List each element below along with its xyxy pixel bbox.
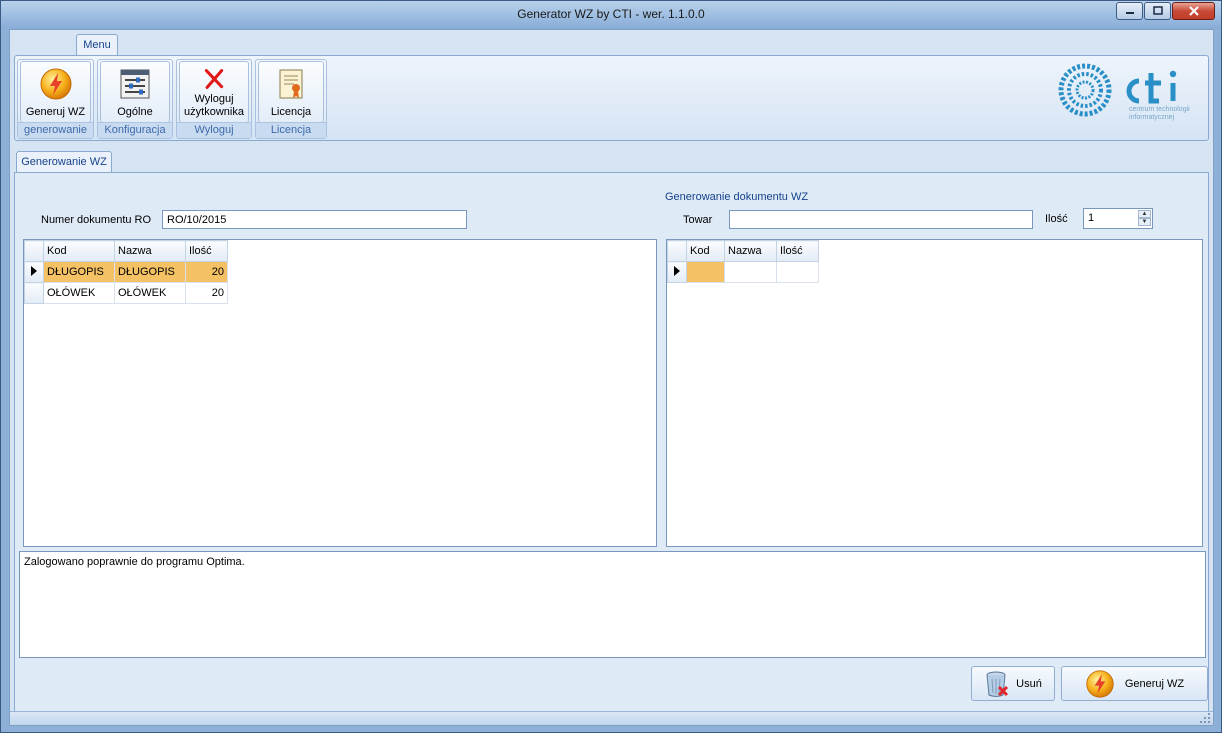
cell-ilosc[interactable] — [776, 261, 819, 283]
ribbon-group-label: Wyloguj — [177, 122, 251, 138]
table-row[interactable]: DŁUGOPIS DŁUGOPIS 20 — [24, 261, 228, 283]
app-window: Generator WZ by CTI - wer. 1.1.0.0 Menu — [0, 0, 1222, 733]
row-selector[interactable] — [24, 282, 44, 304]
status-bar — [10, 711, 1213, 725]
licencja-label: Licencja — [270, 106, 312, 118]
ribbon-group-licencja: Licencja Licencja — [255, 59, 327, 139]
row-selector[interactable] — [24, 261, 44, 283]
generuj-wz-ribbon-button[interactable]: Generuj WZ — [20, 61, 91, 123]
cell-nazwa[interactable]: OŁÓWEK — [114, 282, 186, 304]
wz-items-grid[interactable]: Kod Nazwa Ilość — [666, 239, 1203, 547]
ogolne-button[interactable]: Ogólne — [100, 61, 170, 123]
row-selector[interactable] — [667, 261, 687, 283]
logo-tagline-2: informatycznej — [1129, 114, 1175, 121]
title-bar[interactable]: Generator WZ by CTI - wer. 1.1.0.0 — [1, 1, 1221, 29]
cell-ilosc[interactable]: 20 — [185, 261, 228, 283]
generowanie-panel: Generowanie dokumentu WZ Numer dokumentu… — [14, 172, 1209, 712]
tab-generowanie-wz[interactable]: Generowanie WZ — [16, 151, 112, 173]
table-row[interactable] — [667, 261, 819, 283]
window-title: Generator WZ by CTI - wer. 1.1.0.0 — [517, 7, 705, 21]
grid-header-row: Kod Nazwa Ilość — [24, 240, 228, 262]
minimize-button[interactable] — [1116, 2, 1143, 20]
cell-kod[interactable] — [686, 261, 725, 283]
cell-kod[interactable]: OŁÓWEK — [43, 282, 115, 304]
cell-nazwa[interactable] — [724, 261, 777, 283]
column-header-kod[interactable]: Kod — [43, 240, 115, 262]
cti-logo: centrum technologii informatycznej — [1055, 61, 1195, 121]
ribbon-group-label: Konfiguracja — [98, 122, 172, 138]
ribbon-group-konfiguracja: Ogólne Konfiguracja — [97, 59, 173, 139]
minimize-icon — [1125, 12, 1134, 14]
towar-label: Towar — [683, 214, 713, 226]
resize-grip-icon[interactable] — [1199, 712, 1211, 724]
wyloguj-button[interactable]: Wyloguj użytkownika — [179, 61, 249, 123]
current-row-arrow-icon — [674, 265, 680, 276]
ogolne-label: Ogólne — [117, 106, 153, 118]
ilosc-stepper[interactable]: 1 ▲ ▼ — [1083, 208, 1153, 229]
column-header-ilosc[interactable]: Ilość — [776, 240, 819, 262]
table-row[interactable]: OŁÓWEK OŁÓWEK 20 — [24, 282, 228, 304]
usun-label: Usuń — [1016, 677, 1042, 690]
grid-header-row: Kod Nazwa Ilość — [667, 240, 819, 262]
close-button[interactable] — [1172, 2, 1215, 20]
ribbon-group-label: Licencja — [256, 122, 326, 138]
wyloguj-label: Wyloguj użytkownika — [184, 93, 244, 118]
ro-items-grid[interactable]: Kod Nazwa Ilość DŁUGOPIS DŁUGOPIS 20 OŁÓ… — [23, 239, 657, 547]
column-header-nazwa[interactable]: Nazwa — [114, 240, 186, 262]
red-x-icon — [204, 69, 224, 89]
ilosc-label: Ilość — [1045, 213, 1068, 225]
ribbon: Generuj WZ generowanie Ogólne Konfigurac… — [14, 55, 1209, 141]
licencja-button[interactable]: Licencja — [258, 61, 324, 123]
lightning-icon — [40, 68, 71, 100]
column-header-ilosc[interactable]: Ilość — [185, 240, 228, 262]
ribbon-group-generowanie: Generuj WZ generowanie — [17, 59, 94, 139]
numer-dokumentu-label: Numer dokumentu RO — [41, 214, 152, 226]
main-frame: Menu Generuj WZ generowanie Ogólne Konfi… — [9, 29, 1214, 726]
maximize-icon — [1152, 6, 1163, 15]
cell-nazwa[interactable]: DŁUGOPIS — [114, 261, 186, 283]
logo-tagline-1: centrum technologii — [1129, 106, 1190, 113]
certificate-icon — [279, 69, 303, 99]
column-header-kod[interactable]: Kod — [686, 240, 725, 262]
log-output[interactable]: Zalogowano poprawnie do programu Optima. — [19, 551, 1206, 658]
ribbon-tab-menu[interactable]: Menu — [76, 34, 118, 56]
row-header-corner — [24, 240, 44, 262]
towar-input[interactable] — [729, 210, 1033, 229]
section-title: Generowanie dokumentu WZ — [665, 191, 809, 203]
generuj-wz-label: Generuj WZ — [1124, 677, 1185, 690]
ribbon-group-label: generowanie — [18, 122, 93, 138]
maximize-button[interactable] — [1144, 2, 1171, 20]
settings-sliders-icon — [120, 69, 150, 99]
cell-kod[interactable]: DŁUGOPIS — [43, 261, 115, 283]
ribbon-group-wyloguj: Wyloguj użytkownika Wyloguj — [176, 59, 252, 139]
cell-ilosc[interactable]: 20 — [185, 282, 228, 304]
trash-icon — [986, 671, 1009, 697]
lightning-icon — [1086, 669, 1114, 698]
usun-button[interactable]: Usuń — [971, 666, 1055, 701]
generuj-wz-ribbon-label: Generuj WZ — [25, 106, 86, 118]
ilosc-up-button[interactable]: ▲ — [1138, 210, 1151, 218]
generuj-wz-button[interactable]: Generuj WZ — [1061, 666, 1208, 701]
column-header-nazwa[interactable]: Nazwa — [724, 240, 777, 262]
ilosc-down-button[interactable]: ▼ — [1138, 218, 1151, 226]
close-icon — [1188, 6, 1199, 16]
current-row-arrow-icon — [31, 265, 37, 276]
row-header-corner — [667, 240, 687, 262]
numer-dokumentu-input[interactable] — [162, 210, 467, 229]
ilosc-value: 1 — [1088, 212, 1095, 224]
log-text: Zalogowano poprawnie do programu Optima. — [24, 556, 245, 568]
